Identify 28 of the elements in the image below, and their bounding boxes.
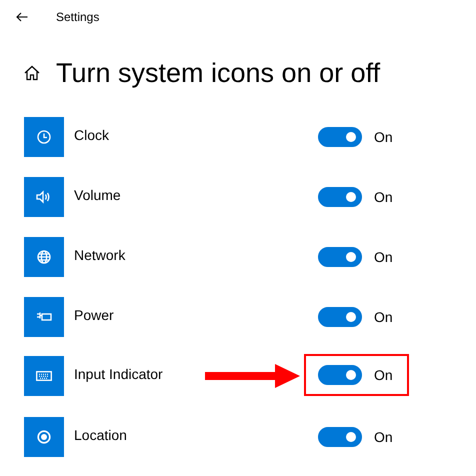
back-arrow-icon[interactable]: [16, 12, 28, 22]
toggle-state: On: [374, 309, 393, 325]
home-icon[interactable]: [24, 65, 40, 81]
battery-plug-icon: [36, 311, 52, 323]
toggle-switch[interactable]: [318, 127, 362, 147]
toggle-state: On: [374, 367, 393, 383]
setting-label: Volume: [74, 187, 121, 203]
setting-label: Input Indicator: [74, 366, 163, 382]
globe-icon: [37, 250, 51, 264]
clock-icon: [37, 130, 51, 144]
location-icon: [37, 430, 51, 444]
toggle-switch[interactable]: [318, 247, 362, 267]
toggle-state: On: [374, 429, 393, 445]
setting-label: Location: [74, 427, 127, 443]
speaker-icon: [36, 190, 52, 204]
setting-label: Power: [74, 307, 114, 323]
window-title: Settings: [56, 10, 100, 24]
setting-label: Clock: [74, 127, 110, 143]
toggle-switch[interactable]: [318, 307, 362, 327]
toggle-state: On: [374, 129, 393, 145]
toggle-switch[interactable]: [318, 187, 362, 207]
toggle-switch[interactable]: [318, 427, 362, 447]
toggle-switch[interactable]: [318, 365, 362, 385]
page-title: Turn system icons on or off: [56, 58, 380, 88]
keyboard-icon: [36, 371, 52, 381]
toggle-state: On: [374, 249, 393, 265]
toggle-state: On: [374, 189, 393, 205]
setting-label: Network: [74, 247, 126, 263]
